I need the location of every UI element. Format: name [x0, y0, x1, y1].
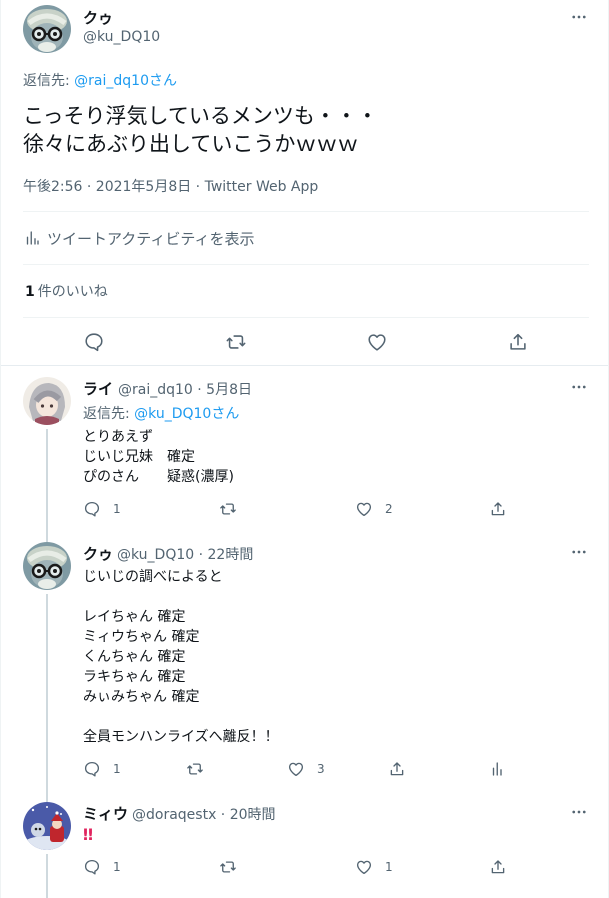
share-icon[interactable]: [505, 329, 531, 355]
share-button[interactable]: [489, 857, 507, 877]
bar-chart-icon: [26, 231, 39, 245]
more-icon[interactable]: [567, 5, 591, 29]
reply-count: 1: [113, 762, 121, 776]
like-icon[interactable]: [364, 329, 390, 355]
likes-count: 1: [25, 284, 35, 300]
main-tweet: クゥ @ku_DQ10 返信先: @rai_dq10さん こっそり浮気しているメ…: [1, 0, 608, 366]
author-handle-time[interactable]: @rai_dq10 · 5月8日: [118, 379, 252, 399]
reply-icon[interactable]: [81, 329, 107, 355]
avatar[interactable]: [23, 542, 71, 590]
like-count: 2: [385, 502, 393, 516]
like-count: 1: [385, 860, 393, 874]
avatar[interactable]: [23, 802, 71, 850]
heart-icon: [356, 860, 372, 875]
reply-to-link[interactable]: @ku_DQ10さん: [134, 406, 239, 422]
heart-icon: [356, 502, 372, 517]
author-name[interactable]: ミィウ: [83, 803, 128, 824]
tweet-text: こっそり浮気しているメンツも・・・ 徐々にあぶり出していこうかｗｗｗ: [23, 104, 378, 156]
speech-bubble-icon: [84, 859, 100, 875]
reply-count: 1: [113, 860, 121, 874]
thread-line: [46, 794, 48, 802]
like-button[interactable]: 1: [355, 857, 393, 877]
share-upload-icon: [491, 860, 505, 874]
tweet-timestamp[interactable]: 午後2:56 · 2021年5月8日 · Twitter Web App: [23, 176, 318, 196]
author-handle-time[interactable]: @doraqestx · 20時間: [132, 804, 276, 824]
analytics-button[interactable]: [489, 759, 507, 779]
likes-label: 件のいいね: [37, 284, 108, 300]
share-button[interactable]: [489, 499, 507, 519]
reply-tweet[interactable]: クゥ @ku_DQ10 · 22時間 じいじの調べによると レイちゃん 確定 ミ…: [1, 532, 608, 794]
reply-to-prefix: 返信先:: [83, 406, 135, 422]
tweet-text: ‼: [83, 825, 94, 844]
retweet-button[interactable]: [219, 857, 249, 877]
author-name[interactable]: ライ: [83, 378, 113, 399]
reply-count: 1: [113, 502, 121, 516]
activity-label: ツイートアクティビティを表示: [47, 229, 255, 248]
thread-line: [46, 854, 48, 898]
divider: [23, 264, 589, 265]
tweet-text: じいじの調べによると レイちゃん 確定 ミィウちゃん 確定 くんちゃん 確定 ラ…: [83, 569, 279, 745]
tweet-text: とりあえず じいじ兄妹 確定 ぴのさん 疑惑(濃厚): [83, 429, 234, 485]
tweet-thread-page: クゥ @ku_DQ10 返信先: @rai_dq10さん こっそり浮気しているメ…: [0, 0, 609, 898]
like-button[interactable]: 2: [355, 499, 393, 519]
thread-line: [46, 532, 48, 542]
likes-count-link[interactable]: 1 件のいいね: [25, 281, 108, 301]
like-count: 3: [317, 762, 325, 776]
divider: [23, 211, 589, 212]
thread-line: [46, 429, 48, 532]
author-handle-time[interactable]: @ku_DQ10 · 22時間: [117, 544, 253, 564]
reply-button[interactable]: 1: [83, 759, 121, 779]
retweet-arrows-icon: [220, 861, 236, 873]
speech-bubble-icon: [84, 501, 100, 517]
retweet-arrows-icon: [220, 503, 236, 515]
share-upload-icon: [491, 502, 505, 516]
author-name[interactable]: クゥ: [83, 543, 113, 564]
author-name[interactable]: クゥ: [83, 7, 113, 28]
reply-to-line: 返信先: @rai_dq10さん: [23, 70, 177, 90]
retweet-icon[interactable]: [223, 329, 249, 355]
avatar[interactable]: [23, 377, 71, 425]
bar-chart-icon: [492, 762, 502, 776]
speech-bubble-icon: [84, 761, 100, 777]
more-icon[interactable]: [567, 800, 591, 824]
share-button[interactable]: [388, 759, 406, 779]
reply-tweet[interactable]: ライ @rai_dq10 · 5月8日 返信先: @ku_DQ10さん とりあえ…: [1, 366, 608, 532]
more-icon[interactable]: [567, 375, 591, 399]
reply-tweet[interactable]: ミィウ @doraqestx · 20時間 ‼ 1 1: [1, 794, 608, 898]
author-handle[interactable]: @ku_DQ10: [83, 29, 160, 45]
heart-icon: [288, 762, 304, 777]
thread-line: [46, 594, 48, 794]
more-icon[interactable]: [567, 540, 591, 564]
reply-to-prefix: 返信先:: [23, 73, 75, 89]
reply-to-line: 返信先: @ku_DQ10さん: [83, 403, 239, 423]
retweet-arrows-icon: [187, 763, 203, 775]
reply-to-link[interactable]: @rai_dq10さん: [74, 73, 177, 89]
tweet-activity-link[interactable]: ツイートアクティビティを表示: [23, 225, 254, 251]
avatar[interactable]: [23, 5, 71, 53]
reply-button[interactable]: 1: [83, 499, 121, 519]
retweet-button[interactable]: [186, 759, 216, 779]
reply-button[interactable]: 1: [83, 857, 121, 877]
like-button[interactable]: 3: [287, 759, 325, 779]
retweet-button[interactable]: [219, 499, 249, 519]
share-upload-icon: [390, 762, 404, 776]
divider: [23, 317, 589, 318]
